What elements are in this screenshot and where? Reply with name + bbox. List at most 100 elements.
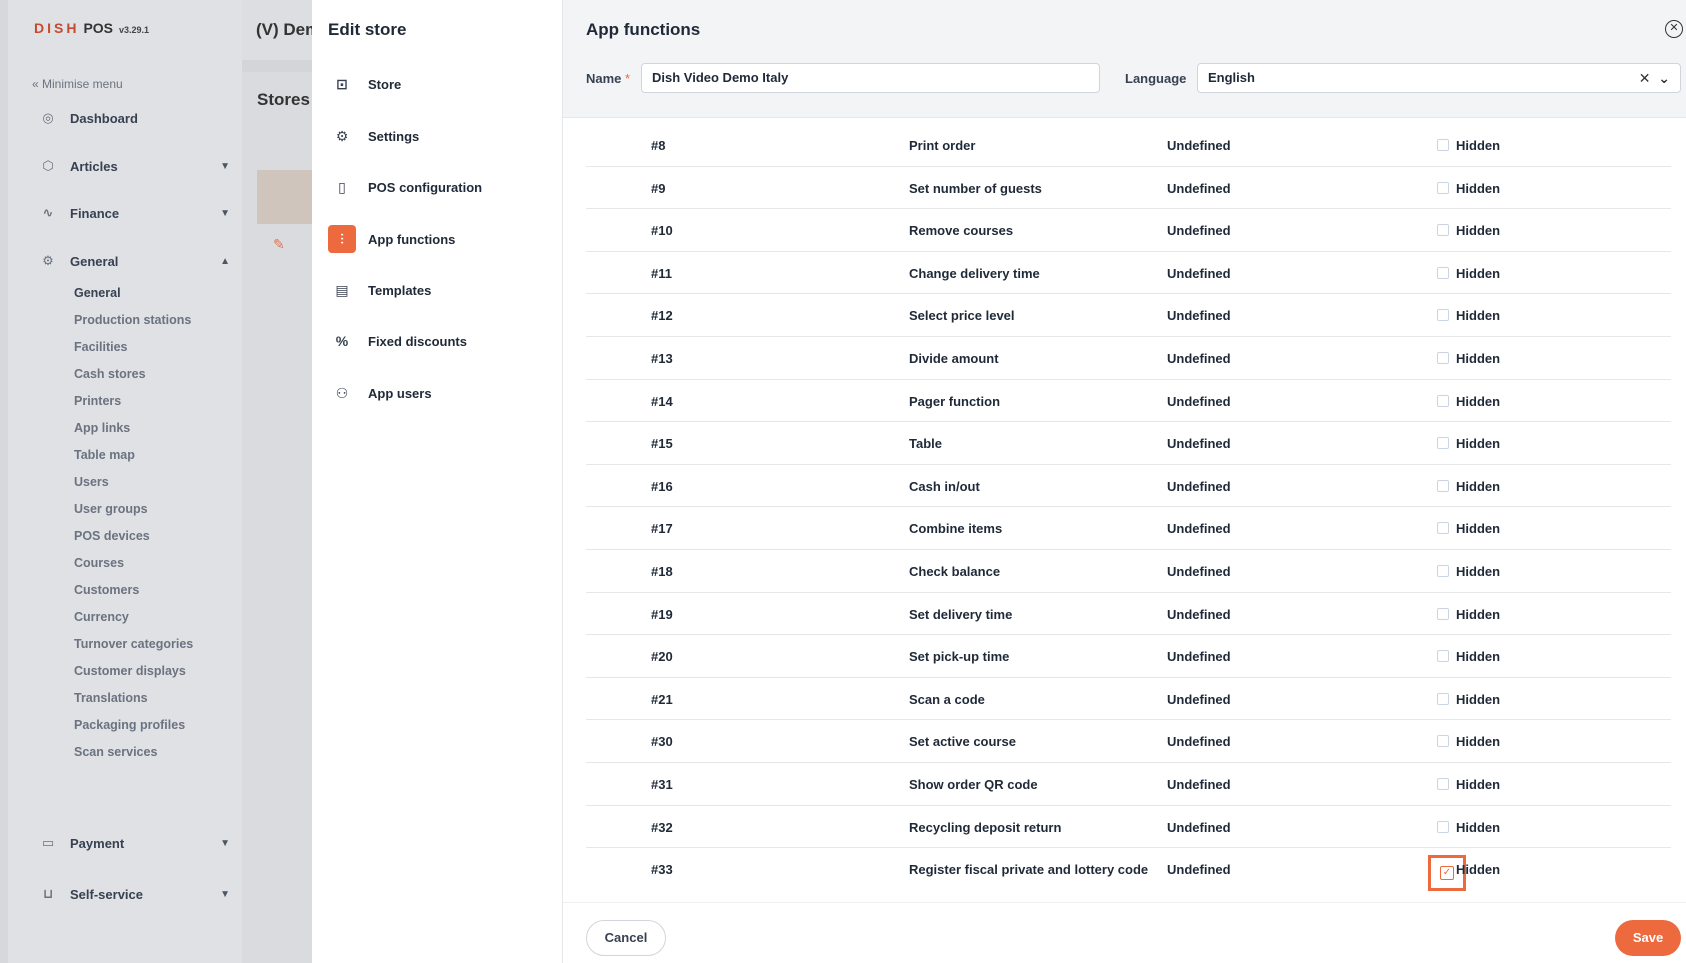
- name-label: Name *: [586, 71, 631, 86]
- user-plus-icon: ⚇: [335, 384, 349, 401]
- table-row: #12 Select price level Undefined Hidden: [586, 294, 1671, 337]
- cube-icon: ⬡: [42, 158, 54, 173]
- sidebar-sub-turnover-categories[interactable]: Turnover categories: [74, 637, 193, 651]
- table-row: #15 Table Undefined Hidden: [586, 422, 1671, 465]
- hidden-checkbox[interactable]: [1437, 607, 1449, 620]
- menu-item-settings[interactable]: ⚙ Settings: [328, 122, 420, 150]
- clear-icon[interactable]: ✕: [1639, 70, 1651, 86]
- menu-item-fixed-discounts[interactable]: % Fixed discounts: [328, 327, 467, 355]
- stores-title: Stores: [257, 90, 310, 109]
- sidebar-sub-currency[interactable]: Currency: [74, 610, 129, 624]
- sidebar-sub-scan-services[interactable]: Scan services: [74, 745, 157, 759]
- hidden-checkbox[interactable]: [1437, 139, 1449, 151]
- cancel-button[interactable]: Cancel: [586, 920, 666, 956]
- sidebar-item-finance[interactable]: ∿ Finance ▼: [40, 205, 230, 221]
- bag-icon: ⊡: [336, 75, 348, 92]
- sidebar-sub-general[interactable]: General: [74, 286, 121, 300]
- sidebar-sub-customers[interactable]: Customers: [74, 583, 139, 597]
- table-row: #14 Pager function Undefined Hidden: [586, 380, 1671, 423]
- app-functions-header: App functions ✕ Name * Dish Video Demo I…: [563, 0, 1686, 118]
- hidden-checkbox[interactable]: [1437, 394, 1449, 407]
- hidden-checkbox[interactable]: [1437, 352, 1449, 364]
- edit-store-title: Edit store: [328, 20, 407, 39]
- hidden-checkbox[interactable]: [1437, 522, 1449, 535]
- hidden-checkbox[interactable]: [1437, 565, 1449, 577]
- hidden-checkbox[interactable]: [1437, 224, 1449, 237]
- chevron-down-icon: ▼: [220, 888, 230, 900]
- sidebar-sub-courses[interactable]: Courses: [74, 556, 124, 570]
- hidden-checkbox[interactable]: [1437, 266, 1449, 279]
- sidebar-item-payment[interactable]: ▭ Payment ▼: [40, 835, 230, 851]
- table-row: #8 Print order Undefined Hidden: [586, 124, 1671, 167]
- chevron-down-icon: ▼: [220, 207, 230, 219]
- card-icon: ▭: [41, 835, 55, 850]
- table-row: #30 Set active course Undefined Hidden: [586, 720, 1671, 763]
- menu-item-pos-configuration[interactable]: ▯ POS configuration: [328, 173, 482, 201]
- sidebar-item-general[interactable]: ⚙ General ▲: [40, 253, 230, 269]
- sidebar-sub-translations[interactable]: Translations: [74, 691, 148, 705]
- menu-item-app-users[interactable]: ⚇ App users: [328, 379, 432, 407]
- sidebar-item-articles[interactable]: ⬡ Articles ▼: [40, 158, 230, 174]
- sidebar-sub-users[interactable]: Users: [74, 475, 109, 489]
- brand-logo: DISH POS v3.29.1: [34, 20, 150, 36]
- app-functions-title: App functions: [586, 20, 701, 39]
- table-row: #9 Set number of guests Undefined Hidden: [586, 167, 1671, 210]
- sidebar-sub-user-groups[interactable]: User groups: [74, 502, 148, 516]
- chevron-down-icon: ▼: [220, 160, 230, 172]
- gear-icon: ⚙: [42, 253, 54, 268]
- gear-icon: ⚙: [335, 127, 349, 144]
- sidebar-sub-facilities[interactable]: Facilities: [74, 340, 128, 354]
- edit-store-panel: Edit store ⊡ Store ⚙ Settings ▯ POS configu…: [312, 0, 562, 963]
- table-row: #31 Show order QR code Undefined Hidden: [586, 763, 1671, 806]
- sidebar-sub-production-stations[interactable]: Production stations: [74, 313, 191, 327]
- pencil-icon[interactable]: ✎: [273, 236, 285, 253]
- hidden-checkbox[interactable]: [1437, 820, 1449, 833]
- language-select[interactable]: English ✕ ⌄: [1197, 63, 1681, 93]
- chevron-down-icon: ▼: [220, 837, 230, 849]
- menu-item-templates[interactable]: ▤ Templates: [328, 276, 431, 304]
- app-sidebar: DISH POS v3.29.1 « Minimise menu ◎ Dashboar…: [0, 0, 242, 963]
- sidebar-item-dashboard[interactable]: ◎ Dashboard: [40, 110, 230, 126]
- table-row: #18 Check balance Undefined Hidden: [586, 550, 1671, 593]
- hidden-checkbox[interactable]: [1437, 692, 1449, 705]
- table-row: #13 Divide amount Undefined Hidden: [586, 337, 1671, 380]
- close-icon[interactable]: ✕: [1665, 20, 1683, 38]
- table-row: #19 Set delivery time Undefined Hidden: [586, 593, 1671, 636]
- save-button[interactable]: Save: [1615, 920, 1681, 956]
- dashboard-icon: ◎: [42, 110, 54, 125]
- chevron-down-icon[interactable]: ⌄: [1658, 70, 1670, 86]
- name-field[interactable]: Dish Video Demo Italy: [641, 63, 1100, 93]
- hidden-checkbox[interactable]: [1437, 309, 1449, 322]
- hidden-checkbox[interactable]: [1437, 181, 1449, 194]
- checkbox-checked-icon: ✓: [1440, 866, 1454, 881]
- hidden-checkbox[interactable]: [1437, 437, 1449, 450]
- sidebar-sub-packaging-profiles[interactable]: Packaging profiles: [74, 718, 185, 732]
- sidebar-sub-printers[interactable]: Printers: [74, 394, 121, 408]
- device-icon: ▯: [338, 178, 346, 195]
- table-row: #10 Remove courses Undefined Hidden: [586, 209, 1671, 252]
- table-row: #17 Combine items Undefined Hidden: [586, 507, 1671, 550]
- menu-item-app-functions[interactable]: ⫶ App functions: [328, 225, 455, 253]
- hidden-checkbox[interactable]: [1437, 650, 1449, 663]
- sidebar-sub-table-map[interactable]: Table map: [74, 448, 135, 462]
- sidebar-sub-customer-displays[interactable]: Customer displays: [74, 664, 186, 678]
- store-row[interactable]: [257, 170, 312, 224]
- panel-footer: Cancel Save: [563, 902, 1686, 963]
- menu-item-store[interactable]: ⊡ Store: [328, 70, 401, 98]
- sidebar-sub-cash-stores[interactable]: Cash stores: [74, 367, 146, 381]
- table-row: #32 Recycling deposit return Undefined Hidd…: [586, 806, 1671, 849]
- hidden-checkbox[interactable]: [1437, 479, 1449, 492]
- hidden-checkbox[interactable]: [1437, 735, 1449, 748]
- table-row: #20 Set pick-up time Undefined Hidden: [586, 635, 1671, 678]
- page-title: (V) Dem: [256, 20, 312, 39]
- minimise-menu-button[interactable]: « Minimise menu: [32, 77, 123, 91]
- table-row: #21 Scan a code Undefined Hidden: [586, 678, 1671, 721]
- sidebar-sub-pos-devices[interactable]: POS devices: [74, 529, 150, 543]
- sidebar-sub-app-links[interactable]: App links: [74, 421, 130, 435]
- sliders-icon: ⫶: [328, 225, 356, 253]
- hidden-checkbox[interactable]: [1437, 778, 1449, 790]
- pulse-icon: ∿: [42, 205, 54, 220]
- sidebar-item-self-service[interactable]: ⊔ Self-service ▼: [40, 886, 230, 902]
- table-row: #16 Cash in/out Undefined Hidden: [586, 465, 1671, 508]
- cart-icon: ⊔: [42, 886, 54, 901]
